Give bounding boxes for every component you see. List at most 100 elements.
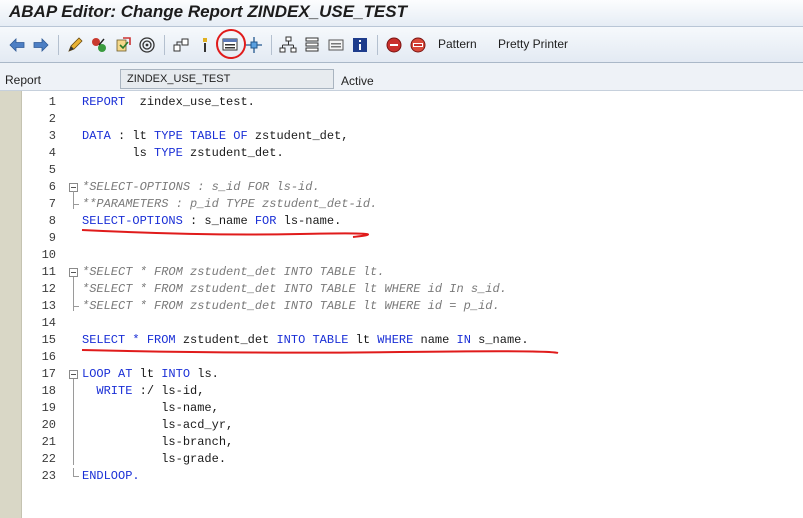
code-line[interactable]: 14	[0, 315, 803, 332]
code-keyword: WRITE	[82, 384, 133, 398]
code-line[interactable]: 18 WRITE :/ ls-id,	[0, 383, 803, 400]
module-icon[interactable]	[326, 35, 346, 55]
code-line[interactable]: 7 **PARAMETERS : p_id TYPE zstudent_det-i…	[0, 196, 803, 213]
line-number: 23	[41, 469, 56, 483]
back-icon[interactable]	[7, 35, 27, 55]
line-number: 12	[41, 282, 56, 296]
code-keyword: FOR	[254, 214, 277, 228]
status-label: Active	[341, 74, 374, 88]
code-line[interactable]: 20 ls-acd_yr,	[0, 417, 803, 434]
code-line[interactable]: 17 LOOP AT lt INTO ls.	[0, 366, 803, 383]
line-number: 10	[41, 248, 56, 262]
line-number: 16	[41, 350, 56, 364]
hierarchy-icon[interactable]	[278, 35, 298, 55]
line-number: 18	[41, 384, 56, 398]
code-text: REPORT zindex_use_test.	[82, 95, 255, 109]
code-keyword: INTO TABLE	[276, 333, 349, 347]
code-line[interactable]: 19 ls-name,	[0, 400, 803, 417]
line-number: 22	[41, 452, 56, 466]
code-text: ls-name,	[82, 401, 219, 415]
fold-toggle-icon[interactable]	[69, 268, 78, 277]
code-keyword: DATA	[82, 129, 111, 143]
line-number: 20	[41, 418, 56, 432]
code-token: ls-grade.	[82, 452, 227, 466]
code-text: ls-branch,	[82, 435, 233, 449]
code-line[interactable]: 21 ls-branch,	[0, 434, 803, 451]
where-used-icon[interactable]	[171, 35, 191, 55]
code-line[interactable]: 2	[0, 111, 803, 128]
line-number: 15	[41, 333, 56, 347]
code-line[interactable]: 13 *SELECT * FROM zstudent_det INTO TABLE…	[0, 298, 803, 315]
line-number: 14	[41, 316, 56, 330]
code-line[interactable]: 10	[0, 247, 803, 264]
code-comment: *SELECT-OPTIONS : s_id FOR ls-id.	[82, 180, 320, 194]
code-line[interactable]: 11 *SELECT * FROM zstudent_det INTO TABLE…	[0, 264, 803, 281]
code-line[interactable]: 16	[0, 349, 803, 366]
test-icon[interactable]	[137, 35, 157, 55]
line-number: 3	[48, 129, 56, 143]
code-token: lt	[348, 333, 378, 347]
code-line[interactable]: 6 *SELECT-OPTIONS : s_id FOR ls-id.	[0, 179, 803, 196]
code-token: zstudent_det	[175, 333, 277, 347]
code-line[interactable]: 5	[0, 162, 803, 179]
code-keyword: TYPE	[154, 146, 183, 160]
code-line[interactable]: 8 SELECT-OPTIONS : s_name FOR ls-name.	[0, 213, 803, 230]
toolbar-separator	[377, 35, 378, 55]
code-keyword: WHERE	[377, 333, 414, 347]
code-token: :/ ls-id,	[132, 384, 205, 398]
code-token: zindex_use_test.	[125, 95, 255, 109]
code-keyword: REPORT	[82, 95, 126, 109]
code-token: lt	[132, 367, 162, 381]
breakpoint-icon[interactable]	[384, 35, 404, 55]
window-title: ABAP Editor: Change Report ZINDEX_USE_TE…	[9, 2, 407, 21]
code-text: ENDLOOP.	[82, 469, 140, 483]
code-token: ls-name.	[276, 214, 342, 228]
code-keyword: FROM	[146, 333, 176, 347]
code-keyword: LOOP AT	[82, 367, 133, 381]
code-keyword: IN	[456, 333, 471, 347]
line-number: 9	[48, 231, 56, 245]
session-breakpoint-icon[interactable]	[408, 35, 428, 55]
check-icon[interactable]	[89, 35, 109, 55]
code-text: WRITE :/ ls-id,	[82, 384, 204, 398]
fold-toggle-icon[interactable]	[69, 370, 78, 379]
line-number: 19	[41, 401, 56, 415]
code-text: **PARAMETERS : p_id TYPE zstudent_det-id…	[82, 197, 377, 211]
fold-guide	[73, 191, 74, 209]
code-keyword: SELECT	[82, 333, 126, 347]
pattern-button[interactable]: Pattern	[438, 37, 477, 51]
code-line[interactable]: 1 REPORT zindex_use_test.	[0, 94, 803, 111]
code-token: ls-name,	[82, 401, 219, 415]
fold-guide	[73, 379, 74, 465]
code-line[interactable]: 3 DATA : lt TYPE TABLE OF zstudent_det,	[0, 128, 803, 145]
code-keyword: *	[125, 333, 147, 347]
display-object-list-icon[interactable]	[195, 35, 215, 55]
code-line[interactable]: 22 ls-grade.	[0, 451, 803, 468]
stack-icon[interactable]	[302, 35, 322, 55]
activate-icon[interactable]	[113, 35, 133, 55]
line-number: 6	[48, 180, 56, 194]
pretty-printer-button[interactable]: Pretty Printer	[498, 37, 568, 51]
enhance-icon[interactable]	[244, 35, 264, 55]
application-toolbar: Pattern Pretty Printer	[0, 27, 803, 63]
edit-toggle-icon[interactable]	[65, 35, 85, 55]
code-text: *SELECT * FROM zstudent_det INTO TABLE l…	[82, 265, 384, 279]
line-number: 21	[41, 435, 56, 449]
code-line[interactable]: 9	[0, 230, 803, 247]
info-icon[interactable]	[350, 35, 370, 55]
code-token: ls-acd_yr,	[82, 418, 234, 432]
code-line[interactable]: 23 ENDLOOP.	[0, 468, 803, 485]
code-line[interactable]: 12 *SELECT * FROM zstudent_det INTO TABLE…	[0, 281, 803, 298]
line-number: 4	[48, 146, 56, 160]
line-number: 17	[41, 367, 56, 381]
line-number: 13	[41, 299, 56, 313]
code-token: ls-branch,	[82, 435, 234, 449]
code-line[interactable]: 4 ls TYPE zstudent_det.	[0, 145, 803, 162]
forward-icon[interactable]	[31, 35, 51, 55]
code-text: *SELECT-OPTIONS : s_id FOR ls-id.	[82, 180, 320, 194]
code-line[interactable]: 15 SELECT * FROM zstudent_det INTO TABLE …	[0, 332, 803, 349]
code-editor[interactable]: 1 REPORT zindex_use_test. 2 3 DATA : lt TYPE…	[0, 91, 803, 518]
code-keyword: SELECT-OPTIONS	[82, 214, 183, 228]
report-name-field[interactable]: ZINDEX_USE_TEST	[120, 69, 334, 89]
code-keyword: TYPE TABLE OF	[154, 129, 248, 143]
